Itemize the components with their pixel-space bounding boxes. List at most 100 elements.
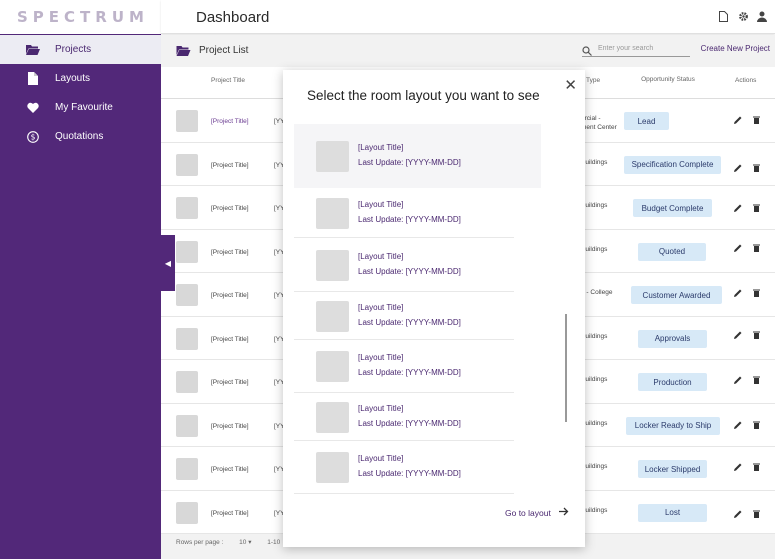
delete-icon[interactable] <box>753 510 761 519</box>
layout-last-update: Last Update: [YYYY-MM-DD] <box>358 469 461 478</box>
pagination: Rows per page : 10 ▾ 1-10 <box>176 538 280 546</box>
status-badge[interactable]: Customer Awarded <box>631 286 722 304</box>
edit-icon[interactable] <box>734 510 742 519</box>
status-badge[interactable]: Locker Shipped <box>638 460 707 478</box>
project-title-link[interactable]: [Project Title] <box>211 466 249 473</box>
sidebar-item-layouts[interactable]: Layouts <box>0 64 161 93</box>
delete-icon[interactable] <box>753 244 761 253</box>
logo-bar: SPECTRUM <box>0 0 161 34</box>
folder-open-icon <box>26 43 40 57</box>
go-to-layout-button[interactable]: Go to layout <box>505 507 569 518</box>
sidebar-item-label: Projects <box>55 44 92 55</box>
status-badge[interactable]: Quoted <box>638 242 706 261</box>
sidebar-item-label: Quotations <box>55 131 104 142</box>
project-thumbnail <box>176 327 198 350</box>
edit-icon[interactable] <box>734 204 742 213</box>
sidebar-item-projects[interactable]: Projects <box>0 35 161 64</box>
layout-list-item[interactable]: [Layout Title] Last Update: [YYYY-MM-DD] <box>294 188 514 238</box>
go-to-layout-label: Go to layout <box>505 507 551 518</box>
status-badge[interactable]: Lost <box>638 503 707 522</box>
status-badge[interactable]: Lead <box>624 112 669 130</box>
modal-title: Select the room layout you want to see <box>307 88 540 103</box>
project-title-link[interactable]: [Project Title] <box>211 205 249 212</box>
layout-title: [Layout Title] <box>358 252 404 261</box>
project-title-link[interactable]: [Project Title] <box>211 423 249 430</box>
project-title-link[interactable]: [Project Title] <box>211 162 249 169</box>
layout-title: [Layout Title] <box>358 200 404 209</box>
top-bar: Dashboard <box>161 0 775 34</box>
column-header-type[interactable]: Type <box>586 77 600 84</box>
document-icon[interactable] <box>719 9 729 22</box>
layout-title: [Layout Title] <box>358 303 404 312</box>
project-title-link[interactable]: [Project Title] <box>211 118 249 125</box>
list-header: Project List Enter your search Create Ne… <box>161 35 775 65</box>
edit-icon[interactable] <box>734 289 742 298</box>
chevron-left-icon: ◀ <box>164 258 172 268</box>
layout-list-item[interactable]: [Layout Title] Last Update: [YYYY-MM-DD] <box>294 238 514 292</box>
project-thumbnail <box>176 240 198 263</box>
column-header-title[interactable]: Project Title <box>211 77 245 84</box>
edit-icon[interactable] <box>734 116 742 125</box>
sidebar-item-my-favourite[interactable]: My Favourite <box>0 93 161 122</box>
edit-icon[interactable] <box>734 463 742 472</box>
sidebar-item-quotations[interactable]: $ Quotations <box>0 122 161 151</box>
project-thumbnail <box>176 371 198 393</box>
project-thumbnail <box>176 284 198 306</box>
type-cell: ercial - ment Center <box>581 115 617 131</box>
status-badge[interactable]: Specification Complete <box>624 155 721 174</box>
page-range: 1-10 <box>267 539 281 546</box>
project-thumbnail <box>176 501 198 524</box>
delete-icon[interactable] <box>753 376 761 385</box>
scrollbar[interactable] <box>565 314 567 422</box>
edit-icon[interactable] <box>734 421 742 430</box>
file-icon <box>26 72 40 86</box>
edit-icon[interactable] <box>734 376 742 385</box>
project-thumbnail <box>176 197 198 219</box>
layout-last-update: Last Update: [YYYY-MM-DD] <box>358 318 461 327</box>
delete-icon[interactable] <box>753 289 761 298</box>
delete-icon[interactable] <box>753 421 761 430</box>
layout-list-item[interactable]: [Layout Title] Last Update: [YYYY-MM-DD] <box>294 441 514 494</box>
layout-list-item[interactable]: [Layout Title] Last Update: [YYYY-MM-DD] <box>294 393 514 441</box>
user-icon[interactable] <box>757 9 767 22</box>
project-title-link[interactable]: [Project Title] <box>211 292 249 299</box>
close-icon[interactable]: ✕ <box>564 76 577 94</box>
arrow-right-icon <box>558 507 569 518</box>
status-badge[interactable]: Approvals <box>638 329 707 348</box>
delete-icon[interactable] <box>753 116 761 125</box>
page-title: Dashboard <box>196 9 270 26</box>
status-badge[interactable]: Production <box>638 373 707 391</box>
layout-list-item[interactable]: [Layout Title] Last Update: [YYYY-MM-DD] <box>294 124 541 188</box>
rows-per-page-select[interactable]: 10 ▾ <box>239 539 251 546</box>
project-title-link[interactable]: [Project Title] <box>211 379 249 386</box>
gear-icon[interactable] <box>738 9 748 21</box>
delete-icon[interactable] <box>753 204 761 213</box>
layout-list-item[interactable]: [Layout Title] Last Update: [YYYY-MM-DD] <box>294 292 514 340</box>
rows-per-page-label: Rows per page : <box>176 539 224 546</box>
edit-icon[interactable] <box>734 331 742 340</box>
edit-icon[interactable] <box>734 164 742 173</box>
logo: SPECTRUM <box>17 8 149 26</box>
delete-icon[interactable] <box>753 164 761 173</box>
layout-thumbnail <box>316 198 349 229</box>
status-badge[interactable]: Locker Ready to Ship <box>626 416 720 435</box>
status-badge[interactable]: Budget Complete <box>633 199 712 217</box>
column-header-status[interactable]: Opportunity Status <box>639 76 697 83</box>
delete-icon[interactable] <box>753 463 761 472</box>
project-title-link[interactable]: [Project Title] <box>211 249 249 256</box>
sidebar-item-label: My Favourite <box>55 102 113 113</box>
search-input[interactable]: Enter your search <box>582 42 690 57</box>
project-title-link[interactable]: [Project Title] <box>211 336 249 343</box>
layout-last-update: Last Update: [YYYY-MM-DD] <box>358 267 461 276</box>
project-title-link[interactable]: [Project Title] <box>211 510 249 517</box>
layout-title: [Layout Title] <box>358 353 404 362</box>
edit-icon[interactable] <box>734 244 742 253</box>
sidebar-collapse-toggle[interactable]: ◀ <box>161 235 175 291</box>
dollar-circle-icon: $ <box>26 130 40 144</box>
list-title: Project List <box>199 45 249 56</box>
project-thumbnail <box>176 414 198 437</box>
delete-icon[interactable] <box>753 331 761 340</box>
layout-title: [Layout Title] <box>358 404 404 413</box>
layout-list-item[interactable]: [Layout Title] Last Update: [YYYY-MM-DD] <box>294 340 514 393</box>
create-new-project-link[interactable]: Create New Project <box>701 44 770 53</box>
